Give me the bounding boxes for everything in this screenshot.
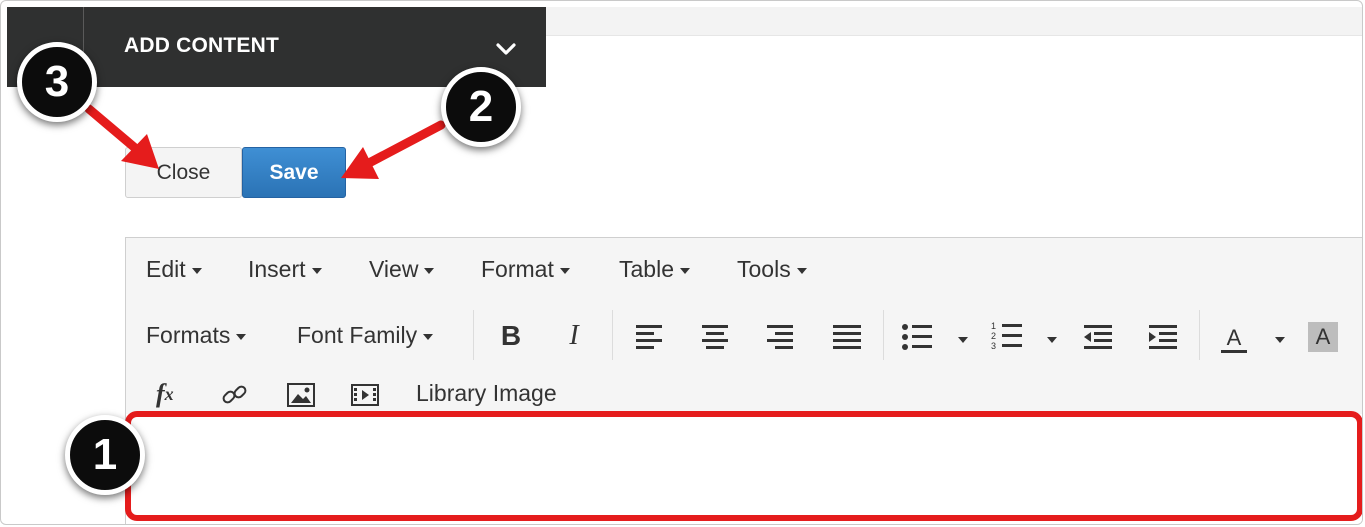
svg-text:3: 3 <box>991 341 996 351</box>
link-icon[interactable] <box>220 380 250 410</box>
menu-insert[interactable]: Insert <box>248 256 322 283</box>
align-justify-icon[interactable] <box>830 322 862 350</box>
callout-number-1: 1 <box>65 415 145 495</box>
bullet-list-icon[interactable] <box>900 322 936 352</box>
menu-edit[interactable]: Edit <box>146 256 202 283</box>
italic-button[interactable]: I <box>559 318 589 354</box>
toolbar-separator <box>612 310 613 360</box>
menu-table[interactable]: Table <box>619 256 690 283</box>
library-image-button[interactable]: Library Image <box>416 380 557 407</box>
caret-down-icon <box>423 333 434 340</box>
formats-label: Formats <box>146 322 231 348</box>
save-button[interactable]: Save <box>242 147 346 198</box>
editor-menubar: Edit Insert View Format Table Tools <box>126 238 1362 301</box>
formula-icon[interactable]: fx <box>156 379 174 409</box>
caret-down-icon <box>679 267 690 274</box>
callout-number-3: 3 <box>17 42 97 122</box>
toolbar-separator <box>473 310 474 360</box>
svg-text:2: 2 <box>991 331 996 341</box>
caret-down-icon <box>191 267 202 274</box>
caret-down-icon[interactable] <box>958 337 968 343</box>
caret-down-icon <box>311 267 322 274</box>
editor-content-area[interactable] <box>125 411 1362 521</box>
menu-format[interactable]: Format <box>481 256 570 283</box>
chevron-down-icon[interactable] <box>494 37 518 61</box>
align-center-icon[interactable] <box>699 322 731 350</box>
bold-button[interactable]: B <box>496 318 526 354</box>
menu-tools-label: Tools <box>737 256 791 282</box>
caret-down-icon[interactable] <box>1047 337 1057 343</box>
text-color-swatch <box>1221 349 1247 353</box>
close-button[interactable]: Close <box>125 147 242 198</box>
menu-table-label: Table <box>619 256 674 282</box>
menu-view-label: View <box>369 256 419 282</box>
menu-edit-label: Edit <box>146 256 186 282</box>
caret-down-icon <box>796 267 807 274</box>
menu-view[interactable]: View <box>369 256 435 283</box>
media-icon[interactable] <box>350 382 380 408</box>
align-right-icon[interactable] <box>764 322 796 350</box>
top-strip <box>546 7 1362 36</box>
menu-format-label: Format <box>481 256 554 282</box>
font-family-dropdown[interactable]: Font Family <box>297 322 434 349</box>
menu-tools[interactable]: Tools <box>737 256 807 283</box>
formats-dropdown[interactable]: Formats <box>146 322 247 349</box>
callout-number-2: 2 <box>441 67 521 147</box>
background-color-button[interactable]: A <box>1308 322 1338 352</box>
menu-insert-label: Insert <box>248 256 306 282</box>
text-color-label: A <box>1226 324 1242 350</box>
svg-text:1: 1 <box>991 321 996 331</box>
image-icon[interactable] <box>286 382 316 408</box>
header-title: ADD CONTENT <box>124 34 280 57</box>
text-color-button[interactable]: A <box>1219 322 1249 356</box>
caret-down-icon <box>424 267 435 274</box>
align-left-icon[interactable] <box>634 322 666 350</box>
toolbar-separator <box>1199 310 1200 360</box>
screenshot-frame: ADD CONTENT Close Save Edit Insert View … <box>0 0 1363 525</box>
numbered-list-icon[interactable]: 123 <box>990 320 1026 352</box>
indent-icon[interactable] <box>1147 322 1179 350</box>
arrow-to-save <box>341 120 446 179</box>
outdent-icon[interactable] <box>1082 322 1114 350</box>
caret-down-icon <box>236 333 247 340</box>
caret-down-icon <box>559 267 570 274</box>
toolbar-separator <box>883 310 884 360</box>
font-family-label: Font Family <box>297 322 418 348</box>
caret-down-icon[interactable] <box>1275 337 1285 343</box>
